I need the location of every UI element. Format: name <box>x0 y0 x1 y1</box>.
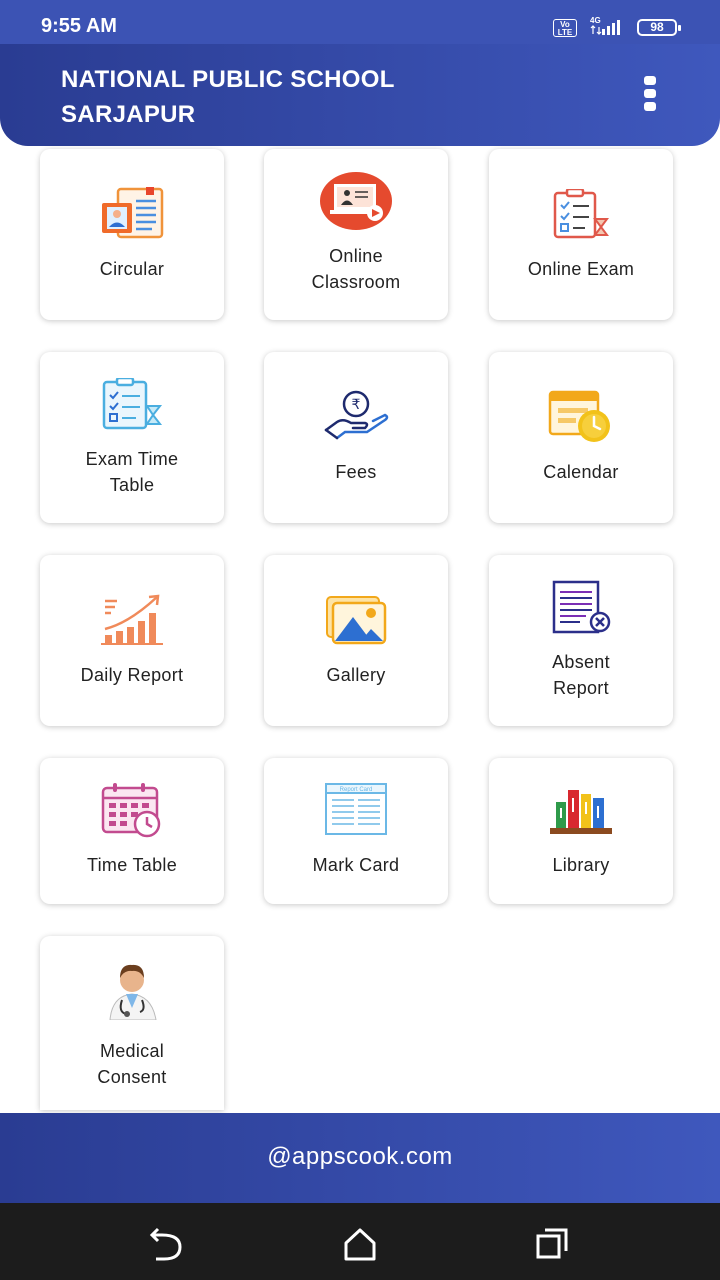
back-icon[interactable] <box>148 1227 186 1261</box>
status-bar: 9:55 AM Vo LTE 4G 98 <box>0 0 720 44</box>
tile-label: Daily Report <box>80 665 184 685</box>
svg-text:₹: ₹ <box>352 397 361 413</box>
system-nav-bar <box>0 1203 720 1280</box>
battery-icon: 98 <box>637 19 681 36</box>
tile-label: Time Table <box>86 855 178 875</box>
circular-icon <box>102 187 164 239</box>
tile-online-exam[interactable]: Online Exam <box>489 149 673 320</box>
tile-label: Online Exam <box>527 259 635 279</box>
tile-fees[interactable]: ₹ Fees <box>264 352 448 523</box>
footer-text[interactable]: @appscook.com <box>0 1143 720 1171</box>
online-classroom-icon <box>320 172 392 230</box>
tile-label: Calendar <box>543 462 619 482</box>
tile-label: Circular <box>99 259 165 279</box>
tile-online-classroom[interactable]: Online Classroom <box>264 149 448 320</box>
fees-icon: ₹ <box>324 390 389 440</box>
tile-gallery[interactable]: Gallery <box>264 555 448 726</box>
status-time: 9:55 AM <box>41 15 117 37</box>
tile-label: Fees <box>335 462 377 482</box>
online-exam-icon <box>553 189 609 239</box>
tile-label: Medical Consent <box>97 1041 167 1087</box>
report-card-text: Report Card <box>340 787 373 793</box>
library-icon <box>550 790 612 834</box>
tile-label: Absent Report <box>552 652 610 698</box>
tile-daily-report[interactable]: Daily Report <box>40 555 224 726</box>
svg-text:4G: 4G <box>590 16 601 25</box>
tile-calendar[interactable]: Calendar <box>489 352 673 523</box>
absent-report-icon <box>552 580 611 634</box>
tile-label: Gallery <box>326 665 386 685</box>
recents-icon[interactable] <box>535 1227 569 1261</box>
school-title-line1: NATIONAL PUBLIC SCHOOL <box>61 66 395 93</box>
tile-label: Mark Card <box>312 855 400 875</box>
tile-medical-consent[interactable]: Medical Consent <box>40 936 224 1110</box>
tile-label: Exam Time Table <box>85 449 179 495</box>
exam-timetable-icon <box>102 378 163 430</box>
tile-label: Library <box>552 855 610 875</box>
home-icon[interactable] <box>343 1227 377 1261</box>
tile-exam-time-table[interactable]: Exam Time Table <box>40 352 224 523</box>
gallery-icon <box>326 596 387 645</box>
calendar-icon <box>548 390 610 442</box>
volte-icon: Vo LTE <box>553 19 577 37</box>
footer-banner: @appscook.com <box>0 1113 720 1203</box>
daily-report-icon <box>101 594 163 645</box>
tile-absent-report[interactable]: Absent Report <box>489 555 673 726</box>
signal-icon: 4G <box>590 16 620 35</box>
tile-library[interactable]: Library <box>489 758 673 904</box>
more-vertical-icon[interactable] <box>640 76 660 116</box>
app-header: NATIONAL PUBLIC SCHOOL SARJAPUR <box>0 44 720 146</box>
school-title: NATIONAL PUBLIC SCHOOL SARJAPUR <box>61 62 481 132</box>
tile-label: Online Classroom <box>311 246 401 292</box>
time-table-icon <box>101 783 161 838</box>
medical-consent-icon <box>109 964 157 1020</box>
tile-circular[interactable]: Circular <box>40 149 224 320</box>
mark-card-icon: Report Card <box>325 783 387 835</box>
school-title-line2: SARJAPUR <box>61 101 196 128</box>
tile-time-table[interactable]: Time Table <box>40 758 224 904</box>
tile-mark-card[interactable]: Report Card Mark Card <box>264 758 448 904</box>
